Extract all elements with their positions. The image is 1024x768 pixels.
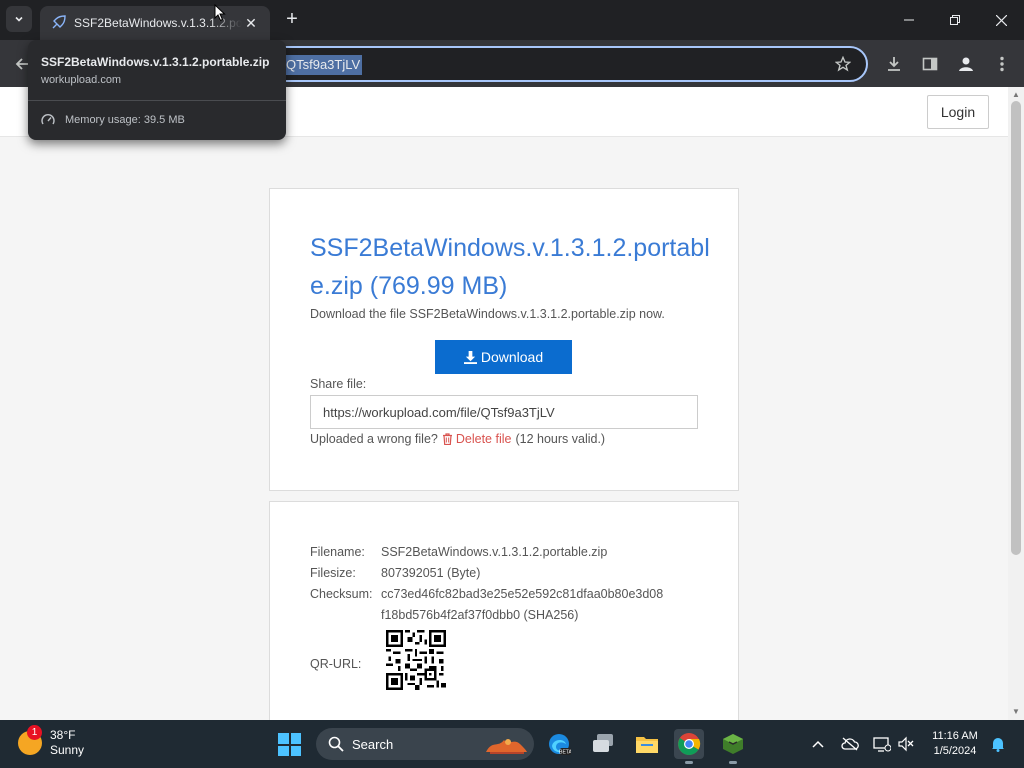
scroll-down-arrow-icon[interactable]: ▼ bbox=[1012, 707, 1020, 717]
hover-card-memory: Memory usage: 39.5 MB bbox=[41, 113, 185, 127]
hover-card-title: SSF2BetaWindows.v.1.3.1.2.portable.zip bbox=[41, 55, 270, 69]
qr-code-image bbox=[386, 630, 446, 690]
memory-usage-text: Memory usage: 39.5 MB bbox=[65, 114, 185, 126]
taskbar-edge-beta[interactable]: BETA bbox=[544, 729, 574, 759]
delete-file-label: Delete file bbox=[455, 432, 512, 446]
scrollbar-thumb[interactable] bbox=[1011, 101, 1021, 555]
filename-label: Filename: bbox=[310, 545, 365, 559]
login-button[interactable]: Login bbox=[927, 95, 989, 129]
file-details-card: Filename: SSF2BetaWindows.v.1.3.1.2.port… bbox=[269, 501, 739, 720]
taskbar-minecraft[interactable] bbox=[718, 729, 748, 764]
share-label: Share file: bbox=[310, 377, 367, 391]
side-panel-icon bbox=[922, 57, 938, 71]
url-text[interactable]: QTsf9a3TjLV bbox=[284, 55, 363, 75]
new-tab-button[interactable]: + bbox=[282, 9, 302, 29]
kebab-menu-icon bbox=[1000, 56, 1004, 72]
filename-value: SSF2BetaWindows.v.1.3.1.2.portable.zip bbox=[381, 545, 608, 559]
download-icon bbox=[463, 350, 477, 364]
volume-tray[interactable] bbox=[896, 734, 916, 754]
download-icon bbox=[888, 57, 900, 71]
bookmark-star-icon[interactable] bbox=[834, 55, 852, 73]
checksum-value-line1: cc73ed46fc82bad3e25e52e592c81dfaa0b80e3d… bbox=[381, 587, 664, 601]
windows-taskbar: 1 38°F Sunny Search BETA 11:16 AM 1/5/20… bbox=[0, 720, 1024, 768]
file-subtitle: Download the file SSF2BetaWindows.v.1.3.… bbox=[310, 307, 665, 321]
notifications-button[interactable] bbox=[988, 734, 1008, 754]
hover-card-divider bbox=[28, 100, 286, 101]
filesize-label: Filesize: bbox=[310, 566, 356, 580]
browser-tab-bar: SSF2BetaWindows.v.1.3.1.2.portable.zip ✕… bbox=[0, 0, 1024, 40]
svg-text:BETA: BETA bbox=[559, 750, 571, 756]
checksum-value-line2: f18bd576b4f2af37f0dbb0 (SHA256) bbox=[381, 608, 579, 622]
clock-date: 1/5/2024 bbox=[933, 745, 977, 757]
hover-card-domain: workupload.com bbox=[41, 74, 122, 86]
folder-icon bbox=[636, 737, 658, 753]
search-label: Search bbox=[352, 736, 394, 752]
gauge-icon bbox=[41, 114, 55, 125]
taskbar-task-view[interactable] bbox=[588, 729, 618, 759]
search-icon bbox=[328, 736, 344, 752]
scroll-up-arrow-icon[interactable]: ▲ bbox=[1012, 90, 1020, 100]
close-icon bbox=[995, 14, 1007, 26]
trash-icon bbox=[442, 433, 452, 445]
bell-icon bbox=[992, 738, 1004, 752]
restore-button[interactable] bbox=[932, 0, 978, 40]
start-button[interactable] bbox=[278, 733, 301, 756]
share-url-input[interactable] bbox=[310, 395, 698, 429]
wrong-file-text: Uploaded a wrong file? bbox=[310, 432, 438, 446]
download-button[interactable]: Download bbox=[435, 340, 572, 374]
weather-widget[interactable]: 1 38°F Sunny bbox=[18, 725, 85, 758]
chevron-up-icon bbox=[812, 740, 824, 748]
menu-button[interactable] bbox=[990, 52, 1014, 76]
task-view-icon bbox=[593, 734, 613, 752]
profile-avatar-icon bbox=[959, 57, 973, 71]
tab-search-button[interactable] bbox=[6, 6, 32, 32]
onedrive-tray[interactable] bbox=[840, 734, 860, 754]
page-viewport: Login SSF2BetaWindows.v.1.3.1.2.portable… bbox=[0, 87, 1008, 720]
volume-muted-icon bbox=[898, 736, 914, 752]
rocket-favicon-icon bbox=[50, 15, 66, 31]
windows-logo-icon bbox=[278, 733, 289, 744]
cloud-offline-icon bbox=[841, 737, 859, 751]
notification-badge: 1 bbox=[27, 725, 42, 740]
valid-text: (12 hours valid.) bbox=[515, 432, 606, 446]
minecraft-launcher-icon bbox=[723, 734, 743, 754]
taskbar-search[interactable]: Search bbox=[316, 728, 534, 760]
tab-hover-card: SSF2BetaWindows.v.1.3.1.2.portable.zip w… bbox=[28, 40, 286, 140]
mouse-cursor-icon bbox=[214, 4, 226, 22]
download-label: Download bbox=[480, 349, 544, 365]
chevron-down-icon bbox=[15, 16, 23, 22]
edge-beta-icon: BETA bbox=[549, 734, 571, 756]
show-hidden-icons-button[interactable] bbox=[808, 734, 828, 754]
network-tray[interactable] bbox=[872, 734, 892, 754]
filesize-value: 807392051 (Byte) bbox=[381, 566, 481, 580]
sun-icon: 1 bbox=[18, 725, 42, 755]
checksum-label: Checksum: bbox=[310, 587, 373, 601]
page-scrollbar[interactable]: ▲ ▼ bbox=[1008, 87, 1024, 720]
restore-icon bbox=[950, 15, 960, 25]
taskbar-file-explorer[interactable] bbox=[632, 729, 662, 759]
qr-label: QR-URL: bbox=[310, 657, 362, 671]
side-panel-button[interactable] bbox=[918, 52, 942, 76]
taskbar-clock[interactable]: 11:16 AM 1/5/2024 bbox=[920, 729, 990, 759]
running-app-indicator bbox=[729, 761, 737, 764]
network-icon bbox=[873, 737, 891, 752]
active-app-indicator bbox=[685, 761, 693, 764]
minimize-button[interactable] bbox=[886, 0, 932, 40]
weather-temp: 38°F bbox=[50, 728, 76, 742]
file-title: SSF2BetaWindows.v.1.3.1.2.portable.zip (… bbox=[310, 234, 710, 300]
delete-file-link[interactable]: Delete file bbox=[442, 432, 512, 446]
tab-active[interactable]: SSF2BetaWindows.v.1.3.1.2.portable.zip ✕ bbox=[40, 6, 270, 40]
clock-time: 11:16 AM bbox=[932, 730, 978, 742]
downloads-button[interactable] bbox=[882, 52, 906, 76]
file-card: SSF2BetaWindows.v.1.3.1.2.portable.zip (… bbox=[269, 188, 739, 491]
weather-desc: Sunny bbox=[50, 743, 85, 757]
close-window-button[interactable] bbox=[978, 0, 1024, 40]
minimize-icon bbox=[904, 19, 914, 21]
search-highlight-art-icon bbox=[486, 739, 527, 754]
taskbar-chrome[interactable] bbox=[674, 729, 704, 764]
chrome-icon bbox=[678, 733, 701, 755]
profile-button[interactable] bbox=[954, 52, 978, 76]
wrong-file-row: Uploaded a wrong file? Delete file (12 h… bbox=[310, 432, 605, 446]
tab-close-icon[interactable]: ✕ bbox=[242, 14, 260, 32]
